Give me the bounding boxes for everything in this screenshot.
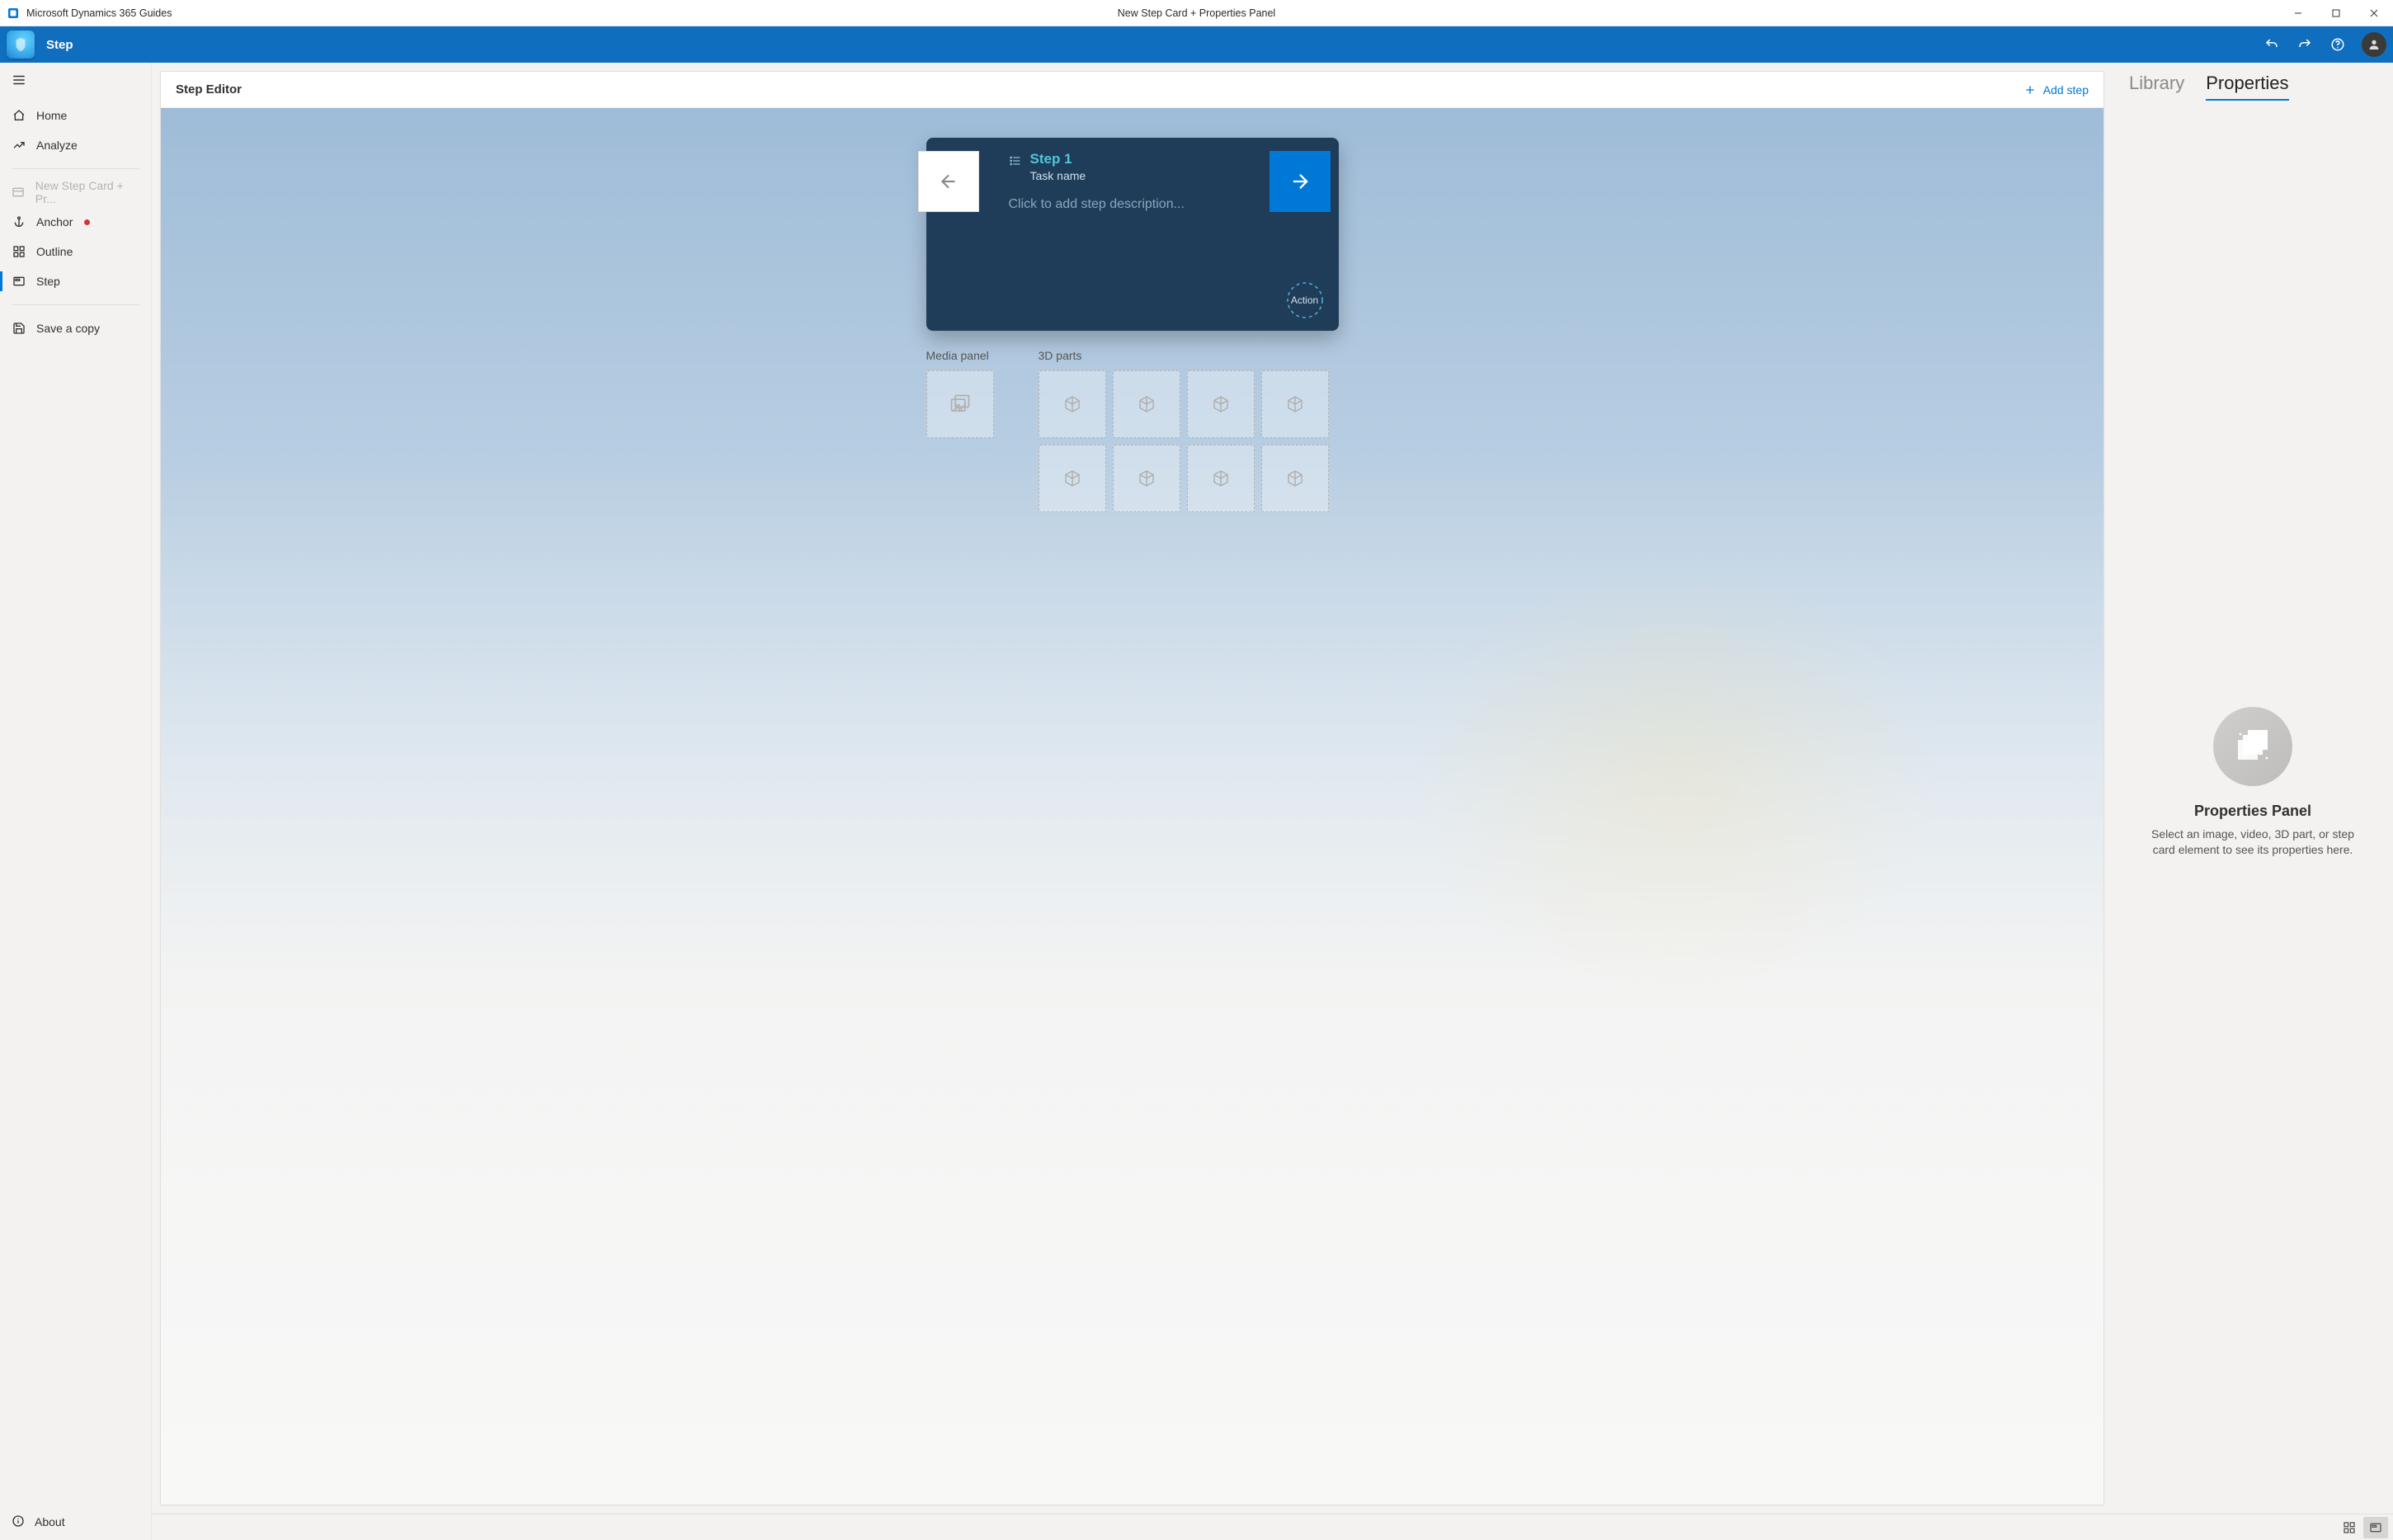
sidebar-item-label: Outline bbox=[36, 245, 73, 258]
properties-empty-title: Properties Panel bbox=[2194, 803, 2311, 820]
3d-part-slot[interactable] bbox=[1187, 370, 1255, 438]
list-icon bbox=[1009, 154, 1022, 170]
anchor-warning-dot bbox=[84, 219, 90, 225]
step-editor: Step Editor Add step bbox=[160, 71, 2104, 1505]
3d-part-slot[interactable] bbox=[1261, 370, 1329, 438]
sidebar-toggle[interactable] bbox=[0, 63, 151, 97]
properties-placeholder-icon bbox=[2213, 707, 2292, 786]
anchor-icon bbox=[12, 215, 26, 228]
app-name: Microsoft Dynamics 365 Guides bbox=[26, 7, 172, 19]
maximize-button[interactable] bbox=[2317, 0, 2355, 26]
app-icon bbox=[7, 7, 20, 20]
right-pane: Library Properties Properties Panel Sele… bbox=[2113, 63, 2393, 1514]
editor-title: Step Editor bbox=[176, 82, 242, 97]
save-icon bbox=[12, 322, 26, 335]
view-grid-button[interactable] bbox=[2337, 1517, 2362, 1538]
3d-parts-label: 3D parts bbox=[1039, 349, 1329, 362]
sidebar-item-step[interactable]: Step bbox=[0, 266, 151, 296]
3d-part-slot[interactable] bbox=[1113, 445, 1180, 512]
window-titlebar: Microsoft Dynamics 365 Guides New Step C… bbox=[0, 0, 2393, 26]
sidebar-item-anchor[interactable]: Anchor bbox=[0, 207, 151, 237]
document-title: New Step Card + Properties Panel bbox=[1118, 7, 1275, 19]
sidebar-item-label: Step bbox=[36, 275, 60, 288]
step-card[interactable]: Step 1 Task name Click to add step descr… bbox=[926, 138, 1339, 331]
3d-part-slot[interactable] bbox=[1187, 445, 1255, 512]
3d-part-slot[interactable] bbox=[1039, 370, 1106, 438]
sidebar-item-home[interactable]: Home bbox=[0, 101, 151, 130]
step-task-name[interactable]: Task name bbox=[1030, 169, 1086, 182]
info-icon bbox=[12, 1514, 25, 1530]
sidebar-item-analyze[interactable]: Analyze bbox=[0, 130, 151, 160]
sidebar: Home Analyze New Step Card + Pr... Ancho… bbox=[0, 63, 152, 1540]
3d-part-slot[interactable] bbox=[1039, 445, 1106, 512]
close-button[interactable] bbox=[2355, 0, 2393, 26]
sidebar-item-label: Home bbox=[36, 109, 67, 122]
grid-icon bbox=[12, 245, 26, 258]
previous-step-button[interactable] bbox=[918, 151, 979, 212]
sidebar-item-label: About bbox=[35, 1515, 65, 1528]
3d-part-slot[interactable] bbox=[1113, 370, 1180, 438]
sidebar-item-outline[interactable]: Outline bbox=[0, 237, 151, 266]
home-icon bbox=[12, 109, 26, 122]
step-icon bbox=[12, 275, 26, 288]
next-step-button[interactable] bbox=[1270, 151, 1331, 212]
sidebar-item-save-copy[interactable]: Save a copy bbox=[0, 313, 151, 343]
app-logo[interactable] bbox=[7, 31, 35, 59]
view-card-button[interactable] bbox=[2363, 1517, 2388, 1538]
properties-empty-body: Select an image, video, 3D part, or step… bbox=[2146, 827, 2360, 858]
sidebar-item-label: Save a copy bbox=[36, 322, 100, 335]
sidebar-item-label: New Step Card + Pr... bbox=[35, 179, 139, 205]
sidebar-item-document-tab: New Step Card + Pr... bbox=[0, 177, 151, 207]
sidebar-item-about[interactable]: About bbox=[0, 1504, 151, 1540]
minimize-button[interactable] bbox=[2279, 0, 2317, 26]
sidebar-item-label: Analyze bbox=[36, 139, 78, 152]
add-step-label: Add step bbox=[2043, 83, 2089, 97]
app-topbar: Step bbox=[0, 26, 2393, 63]
action-button[interactable]: Action bbox=[1286, 281, 1324, 319]
page-title: Step bbox=[46, 38, 73, 52]
chart-icon bbox=[12, 139, 26, 152]
sidebar-item-label: Anchor bbox=[36, 215, 73, 228]
media-panel-label: Media panel bbox=[926, 349, 994, 362]
3d-part-slot[interactable] bbox=[1261, 445, 1329, 512]
card-icon bbox=[12, 186, 26, 199]
add-step-button[interactable]: Add step bbox=[2023, 83, 2089, 97]
editor-stage: Step 1 Task name Click to add step descr… bbox=[161, 108, 2103, 1505]
bottom-view-switch bbox=[152, 1514, 2393, 1540]
media-slot[interactable] bbox=[926, 370, 994, 438]
step-title[interactable]: Step 1 bbox=[1030, 151, 1086, 167]
